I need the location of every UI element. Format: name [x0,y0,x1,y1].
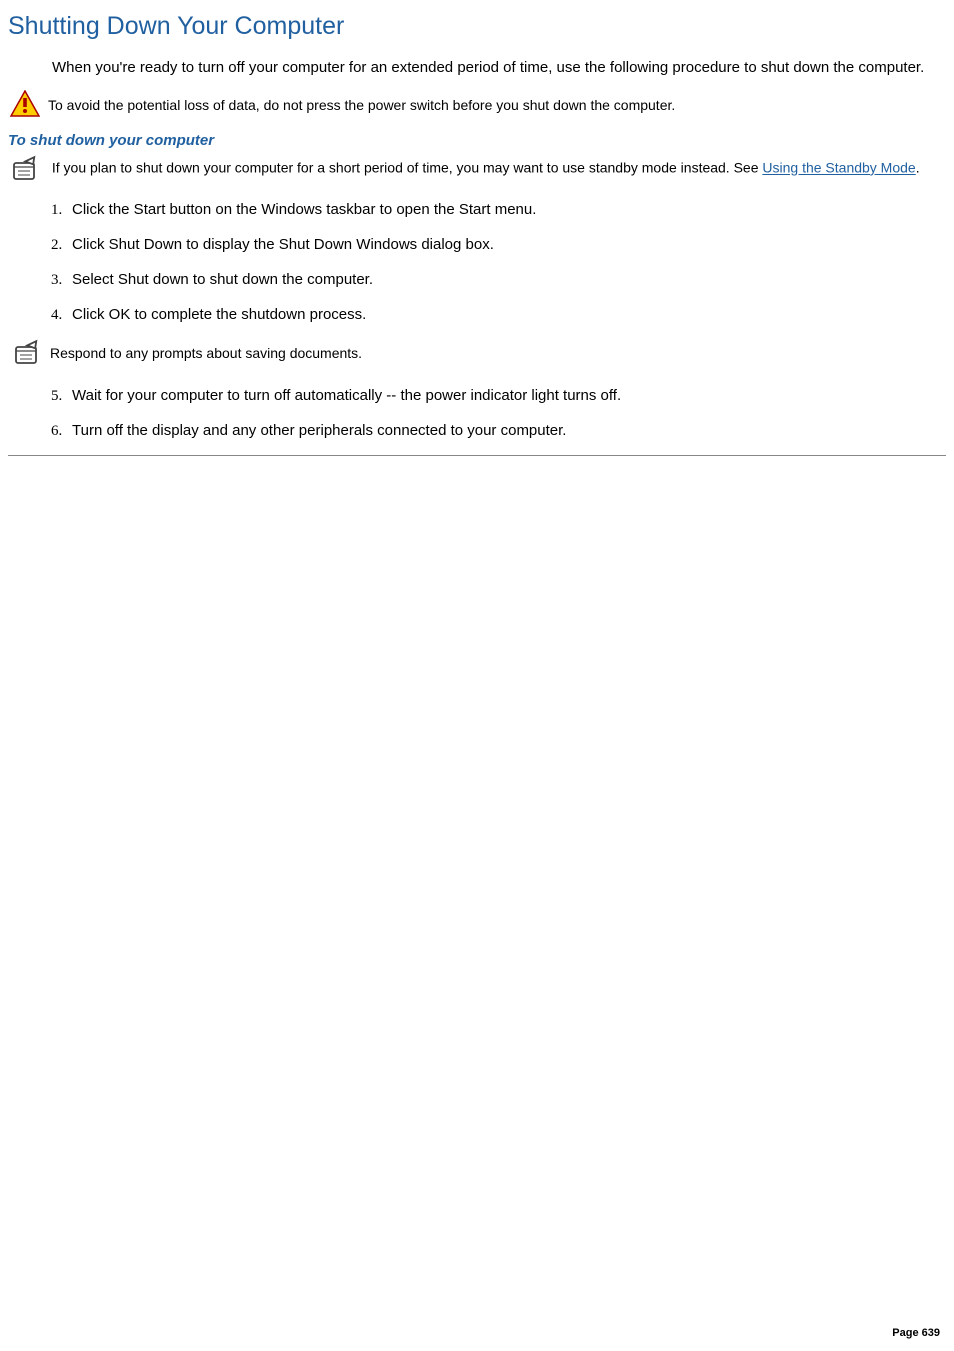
warning-icon [8,90,48,118]
standby-note: If you plan to shut down your computer f… [8,155,946,183]
step-item: Click OK to complete the shutdown proces… [66,304,946,325]
save-prompts-text: Respond to any prompts about saving docu… [50,345,362,361]
warning-text: To avoid the potential loss of data, do … [48,90,675,116]
page-title: Shutting Down Your Computer [8,12,946,41]
note-icon [8,155,42,183]
step-item: Wait for your computer to turn off autom… [66,385,946,406]
steps-list-a: Click the Start button on the Windows ta… [66,199,946,325]
step-item: Click Shut Down to display the Shut Down… [66,234,946,255]
procedure-subheading: To shut down your computer [8,132,946,149]
steps-list-b: Wait for your computer to turn off autom… [66,385,946,441]
step-item: Click the Start button on the Windows ta… [66,199,946,220]
step-item: Select Shut down to shut down the comput… [66,269,946,290]
warning-callout: To avoid the potential loss of data, do … [8,90,946,118]
page-number: Page 639 [892,1327,940,1339]
standby-note-text-1: If you plan to shut down your computer f… [48,160,762,176]
step-item: Turn off the display and any other perip… [66,420,946,441]
standby-mode-link[interactable]: Using the Standby Mode [762,160,915,176]
section-divider [8,455,946,456]
intro-paragraph: When you're ready to turn off your compu… [52,57,946,78]
note-icon [8,339,50,367]
standby-note-text-2: . [916,160,920,176]
save-prompts-note: Respond to any prompts about saving docu… [8,339,946,367]
